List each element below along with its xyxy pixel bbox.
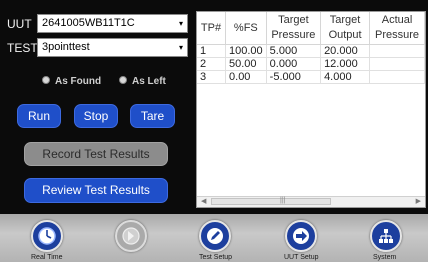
scroll-left-icon[interactable]: ◀ (201, 197, 206, 207)
header-target-output-line2: Output (328, 29, 362, 41)
table-row[interactable]: 1 100.00 5.000 20.000 (197, 44, 425, 58)
cell-actual-pressure (369, 44, 425, 58)
header-target-output: Target Output (320, 12, 371, 45)
scrollbar-thumb[interactable]: ||| (211, 197, 331, 205)
cell-fs: 0.00 (225, 70, 267, 84)
cell-fs: 100.00 (225, 44, 267, 58)
table-header-row: TP# %FS Target Pressure Target Output Actu… (197, 12, 425, 45)
dropdown-arrow-icon[interactable]: ▾ (175, 39, 187, 56)
cell-target-output: 12.000 (320, 57, 371, 71)
test-setup-button[interactable] (199, 220, 231, 252)
scroll-grip-icon: ||| (280, 197, 286, 204)
clock-icon (38, 227, 56, 245)
uut-setup-button[interactable] (285, 220, 317, 252)
header-target-pressure-line2: Pressure (271, 29, 316, 41)
test-setup-label: Test Setup (199, 254, 233, 261)
record-test-results-button[interactable]: Record Test Results (24, 142, 168, 166)
pencil-icon (207, 228, 223, 244)
real-time-button[interactable] (31, 220, 63, 252)
header-target-pressure-line1: Target (278, 14, 309, 26)
review-test-results-button[interactable]: Review Test Results (24, 178, 168, 203)
header-actual-pressure: Actual Pressure (369, 12, 425, 45)
cell-target-pressure: -5.000 (266, 70, 322, 84)
header-target-output-line1: Target (329, 14, 361, 26)
uut-setup-label: UUT Setup (284, 254, 319, 261)
disabled-nav-button[interactable] (115, 220, 147, 252)
horizontal-scrollbar[interactable]: ◀ ||| ▶ (197, 196, 425, 207)
as-found-label: As Found (55, 76, 102, 87)
run-button[interactable]: Run (17, 104, 61, 128)
arrow-right-icon (293, 228, 309, 244)
network-icon (379, 229, 393, 243)
test-select-value: 3pointtest (42, 41, 90, 53)
cell-actual-pressure (369, 70, 425, 84)
as-left-label: As Left (132, 76, 166, 87)
cell-fs: 50.00 (225, 57, 267, 71)
table-row[interactable]: 2 50.00 0.000 12.000 (197, 57, 425, 71)
cell-target-output: 20.000 (320, 44, 371, 58)
cell-tp: 2 (197, 57, 227, 71)
cell-target-pressure: 0.000 (266, 57, 322, 71)
radio-dot-icon (119, 76, 127, 84)
system-button[interactable] (370, 220, 402, 252)
uut-label: UUT (7, 17, 32, 31)
tare-button[interactable]: Tare (130, 104, 175, 128)
test-points-table[interactable]: TP# %FS Target Pressure Target Output Actu… (196, 11, 426, 208)
system-label: System (373, 254, 397, 261)
cell-tp: 3 (197, 70, 227, 84)
header-actual-pressure-line1: Actual (381, 14, 413, 26)
as-left-radio[interactable]: As Left (119, 76, 166, 87)
arrow-right-icon (122, 227, 140, 245)
cell-tp: 1 (197, 44, 227, 58)
as-found-radio[interactable]: As Found (42, 76, 101, 87)
stop-button[interactable]: Stop (74, 104, 118, 128)
header-fs: %FS (225, 12, 267, 45)
bottom-nav-bar: Real Time Test Setup UUT Setup System (0, 214, 428, 262)
scroll-right-icon[interactable]: ▶ (416, 197, 421, 207)
test-select[interactable]: 3pointtest ▾ (37, 38, 188, 57)
header-target-pressure: Target Pressure (266, 12, 322, 45)
test-label: TEST (7, 41, 38, 55)
table-row[interactable]: 3 0.00 -5.000 4.000 (197, 70, 425, 84)
uut-select-value: 2641005WB11T1C (42, 17, 135, 29)
cell-target-pressure: 5.000 (266, 44, 322, 58)
uut-select[interactable]: 2641005WB11T1C ▾ (37, 14, 188, 33)
dropdown-arrow-icon[interactable]: ▾ (175, 15, 187, 32)
cell-actual-pressure (369, 57, 425, 71)
header-tp: TP# (197, 12, 227, 45)
header-actual-pressure-line2: Pressure (375, 29, 420, 41)
cell-target-output: 4.000 (320, 70, 371, 84)
radio-dot-icon (42, 76, 50, 84)
real-time-label: Real Time (31, 254, 63, 261)
